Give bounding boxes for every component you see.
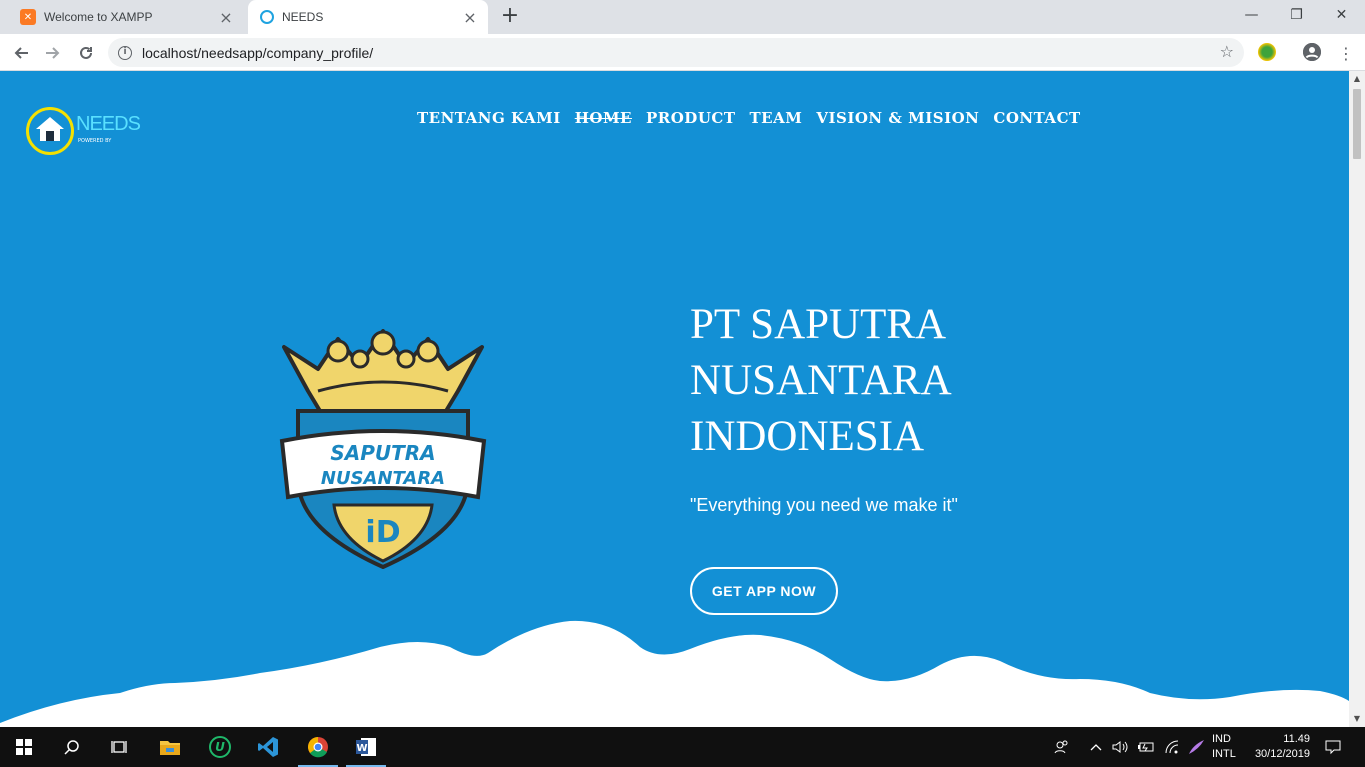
task-view-icon: [111, 741, 127, 753]
reload-icon: [80, 46, 92, 59]
hero-title-line: INDONESIA: [690, 413, 925, 460]
scroll-down-icon[interactable]: ▼: [1349, 711, 1365, 727]
company-crest: SAPUTRA NUSANTARA iD: [279, 329, 487, 569]
search-icon: [64, 740, 79, 755]
chrome-icon: [308, 737, 328, 758]
scroll-up-icon[interactable]: ▲: [1349, 71, 1365, 87]
xampp-icon: ✕: [20, 9, 36, 25]
crest-mark: iD: [365, 515, 400, 550]
tab-needs[interactable]: NEEDS ×: [248, 0, 488, 34]
action-center-button[interactable]: [1318, 727, 1348, 767]
folder-icon: [160, 741, 180, 755]
uc-browser-button[interactable]: U: [196, 727, 244, 767]
uc-browser-icon: U: [209, 736, 231, 758]
people-button[interactable]: [1040, 727, 1084, 767]
hero-title-line: PT SAPUTRA: [690, 301, 947, 348]
hero-title-line: NUSANTARA: [690, 357, 952, 404]
arrow-left-icon: [14, 47, 28, 59]
tab-xampp[interactable]: ✕ Welcome to XAMPP ×: [8, 0, 244, 34]
logo-brand: NEEDS: [76, 113, 141, 135]
address-bar[interactable]: i localhost/needsapp/company_profile/ ☆: [108, 38, 1244, 67]
battery-button[interactable]: [1134, 727, 1158, 767]
hero-tagline: "Everything you need we make it": [690, 495, 958, 515]
notification-icon: [1325, 740, 1341, 755]
browser-toolbar: i localhost/needsapp/company_profile/ ☆ …: [0, 34, 1365, 71]
crest-line1: SAPUTRA: [330, 441, 435, 465]
clock-date: 30/12/2019: [1254, 748, 1310, 760]
close-icon[interactable]: ×: [458, 8, 482, 27]
reload-button[interactable]: [73, 40, 99, 66]
extension-icon[interactable]: [1258, 43, 1276, 61]
nav-contact[interactable]: CONTACT: [993, 109, 1080, 127]
word-button[interactable]: W: [342, 727, 390, 767]
new-tab-button[interactable]: +: [498, 4, 522, 28]
chevron-up-icon: [1090, 744, 1102, 751]
svg-text:U: U: [215, 740, 225, 754]
info-icon[interactable]: i: [118, 45, 132, 60]
restore-button[interactable]: ❐: [1274, 0, 1319, 30]
scroll-thumb[interactable]: [1353, 89, 1361, 159]
hero-title: PT SAPUTRA NUSANTARA INDONESIA: [690, 297, 1110, 465]
show-hidden-icons-button[interactable]: [1086, 727, 1106, 767]
back-button[interactable]: [8, 40, 34, 66]
vscode-icon: [258, 737, 278, 757]
tab-title: NEEDS: [282, 10, 324, 24]
battery-icon: [1138, 742, 1154, 752]
tab-title: Welcome to XAMPP: [44, 10, 153, 24]
volume-button[interactable]: [1108, 727, 1132, 767]
file-explorer-button[interactable]: [146, 727, 194, 767]
close-icon[interactable]: ×: [214, 8, 238, 27]
close-window-button[interactable]: ✕: [1319, 0, 1364, 30]
site-logo[interactable]: NEEDS POWERED BY: [26, 105, 141, 157]
people-icon: [1054, 740, 1068, 754]
windows-icon: [16, 739, 32, 755]
nav-product[interactable]: PRODUCT: [646, 109, 736, 127]
house-icon: [36, 117, 64, 141]
keyboard-layout: INTL: [1212, 748, 1236, 760]
forward-button[interactable]: [40, 40, 66, 66]
page-viewport: NEEDS POWERED BY TENTANG KAMI HOME PRODU…: [0, 71, 1349, 727]
nav-vision-mision[interactable]: VISION & MISION: [816, 109, 979, 127]
pen-workspace-button[interactable]: [1184, 727, 1208, 767]
browser-tab-strip: ✕ Welcome to XAMPP × NEEDS × + — ❐ ✕: [0, 0, 1365, 34]
address-url: localhost/needsapp/company_profile/: [142, 44, 374, 61]
network-button[interactable]: [1160, 727, 1184, 767]
get-app-button[interactable]: GET APP NOW: [690, 567, 838, 615]
vscode-button[interactable]: [244, 727, 292, 767]
menu-button[interactable]: ⋮: [1333, 40, 1359, 66]
nav-tentang-kami[interactable]: TENTANG KAMI: [417, 109, 561, 127]
nav-home[interactable]: HOME: [575, 109, 632, 127]
search-button[interactable]: [48, 727, 96, 767]
logo-powered: POWERED BY: [78, 138, 112, 144]
svg-text:W: W: [356, 743, 367, 754]
avatar-icon: [1303, 43, 1321, 61]
word-icon: W: [356, 738, 376, 756]
minimize-button[interactable]: —: [1229, 0, 1274, 30]
system-clock[interactable]: 11.49 30/12/2019: [1246, 732, 1310, 762]
wifi-icon: [1165, 740, 1179, 754]
language-code: IND: [1212, 733, 1231, 745]
windows-taskbar: U W IND INTL 11.49 30/12/2019: [0, 727, 1365, 767]
clock-time: 11.49: [1283, 733, 1310, 745]
start-button[interactable]: [0, 727, 48, 767]
main-nav: TENTANG KAMI HOME PRODUCT TEAM VISION & …: [417, 109, 1095, 127]
crest-line2: NUSANTARA: [321, 468, 445, 489]
input-language[interactable]: IND INTL: [1212, 732, 1236, 762]
speaker-icon: [1112, 741, 1128, 753]
nav-team[interactable]: TEAM: [750, 109, 803, 127]
arrow-right-icon: [46, 47, 60, 59]
task-view-button[interactable]: [96, 727, 144, 767]
needs-icon: [260, 10, 274, 24]
profile-icon[interactable]: [1303, 43, 1321, 61]
chrome-button[interactable]: [294, 727, 342, 767]
wave-decoration: [0, 620, 1349, 727]
page-scrollbar[interactable]: ▲ ▼: [1349, 71, 1365, 727]
pen-icon: [1189, 740, 1204, 754]
star-icon[interactable]: ☆: [1220, 42, 1234, 61]
